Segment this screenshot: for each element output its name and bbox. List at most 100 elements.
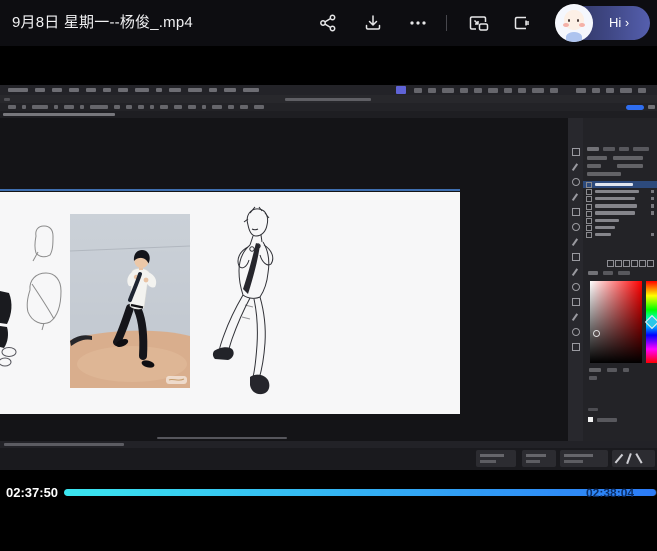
app-title-text-blur <box>285 98 371 102</box>
status-text-blur <box>4 443 124 446</box>
panel-icon <box>615 260 622 267</box>
drawing-canvas <box>0 192 460 414</box>
menu-icon-blur <box>550 88 558 93</box>
menu-icon-blur <box>532 88 544 93</box>
app-options-bar <box>0 103 657 111</box>
app-status-bar <box>0 441 657 448</box>
video-title: 9月8日 星期一--杨俊_.mp4 <box>12 0 193 46</box>
option-blur <box>114 105 120 109</box>
mini-panel <box>476 450 516 467</box>
menu-active-item <box>396 86 406 94</box>
option-blur <box>80 105 84 109</box>
decor-block <box>626 453 631 464</box>
current-time: 02:37:50 <box>6 485 58 500</box>
progress-bar[interactable] <box>64 489 657 496</box>
more-options-icon[interactable] <box>408 13 428 33</box>
tool-icon <box>572 163 578 170</box>
option-blur <box>150 105 154 109</box>
mini-window-icon[interactable] <box>512 13 532 33</box>
layer-row-selected <box>583 181 657 188</box>
menu-icon-blur <box>620 88 632 93</box>
document-tab-bar <box>0 111 657 118</box>
decor-block <box>564 454 593 457</box>
layers-panel <box>583 181 657 241</box>
left-partial-figure <box>0 291 16 366</box>
option-blur <box>54 105 58 109</box>
panel-icon <box>639 260 646 267</box>
layer-row <box>583 224 657 231</box>
side-panel <box>583 118 657 441</box>
tool-icon <box>572 298 580 306</box>
tool-icon <box>572 328 580 336</box>
option-blur <box>64 105 74 109</box>
avatar <box>555 4 593 42</box>
mini-panel <box>612 450 655 467</box>
tool-icon <box>572 268 578 275</box>
decor-block <box>480 460 496 463</box>
panel-icon <box>631 260 638 267</box>
menu-item-blur <box>103 88 111 92</box>
menu-item-blur <box>52 88 62 92</box>
progress-row: 02:37:50 02:38:04 <box>0 484 657 504</box>
control-bar: 倍速 超清 字幕 查找 选集 SVIP <box>0 504 657 551</box>
menu-item-blur <box>35 88 45 92</box>
decor-block <box>615 454 623 463</box>
menu-item-blur <box>156 88 162 92</box>
progress-fill <box>64 489 656 496</box>
account-label: Hi › <box>609 6 629 40</box>
header-divider <box>446 15 447 31</box>
total-time: 02:38:04 <box>586 486 634 500</box>
video-area <box>0 46 657 484</box>
decor-block <box>564 460 583 463</box>
menu-item-blur <box>86 88 96 92</box>
tool-icon <box>572 223 580 231</box>
menu-item-blur <box>188 88 202 92</box>
canvas-artwork <box>0 192 460 414</box>
player-top-bar: 9月8日 星期一--杨俊_.mp4 <box>0 0 657 46</box>
tool-icon <box>572 253 580 261</box>
app-bottom-strip <box>0 448 657 470</box>
menu-item-blur <box>69 88 79 92</box>
account-button[interactable]: Hi › <box>557 6 650 40</box>
download-icon[interactable] <box>363 13 383 33</box>
picture-in-picture-icon[interactable] <box>468 13 488 33</box>
menu-item-blur <box>135 88 149 92</box>
tool-palette <box>568 118 583 441</box>
tool-icon <box>572 148 580 156</box>
video-frame[interactable] <box>0 85 657 470</box>
decor-block <box>635 453 642 463</box>
app-menu-bar <box>0 85 657 95</box>
tool-icon <box>572 343 580 351</box>
menu-item-blur <box>224 88 236 92</box>
option-blur <box>228 105 234 109</box>
menu-icon-blur <box>504 88 512 93</box>
option-blur <box>240 105 248 109</box>
menu-icon-blur <box>638 88 646 93</box>
menu-item-blur <box>8 88 28 92</box>
options-blue-button <box>626 105 644 111</box>
tool-icon <box>572 178 580 186</box>
option-blur <box>188 105 196 109</box>
menu-icon-blur <box>428 88 436 93</box>
layer-row <box>583 231 657 238</box>
decor-block <box>526 460 540 463</box>
tool-icon <box>572 283 580 291</box>
option-blur <box>90 105 108 109</box>
option-blur <box>254 105 264 109</box>
option-blur <box>8 105 16 109</box>
tool-icon <box>572 208 580 216</box>
color-swatch <box>588 417 593 422</box>
menu-icon-blur <box>606 88 614 93</box>
menu-icon-blur <box>488 88 498 93</box>
menu-icon-blur <box>518 88 526 93</box>
menu-icon-blur <box>474 88 482 93</box>
menu-icon-blur <box>460 88 468 93</box>
panel-icon <box>607 260 614 267</box>
menu-item-blur <box>118 88 128 92</box>
panel-icon <box>647 260 654 267</box>
menu-item-blur <box>243 88 259 92</box>
share-icon[interactable] <box>318 13 338 33</box>
app-workspace <box>0 118 657 441</box>
option-blur <box>174 105 182 109</box>
canvas-horizontal-scrollbar <box>157 437 287 439</box>
